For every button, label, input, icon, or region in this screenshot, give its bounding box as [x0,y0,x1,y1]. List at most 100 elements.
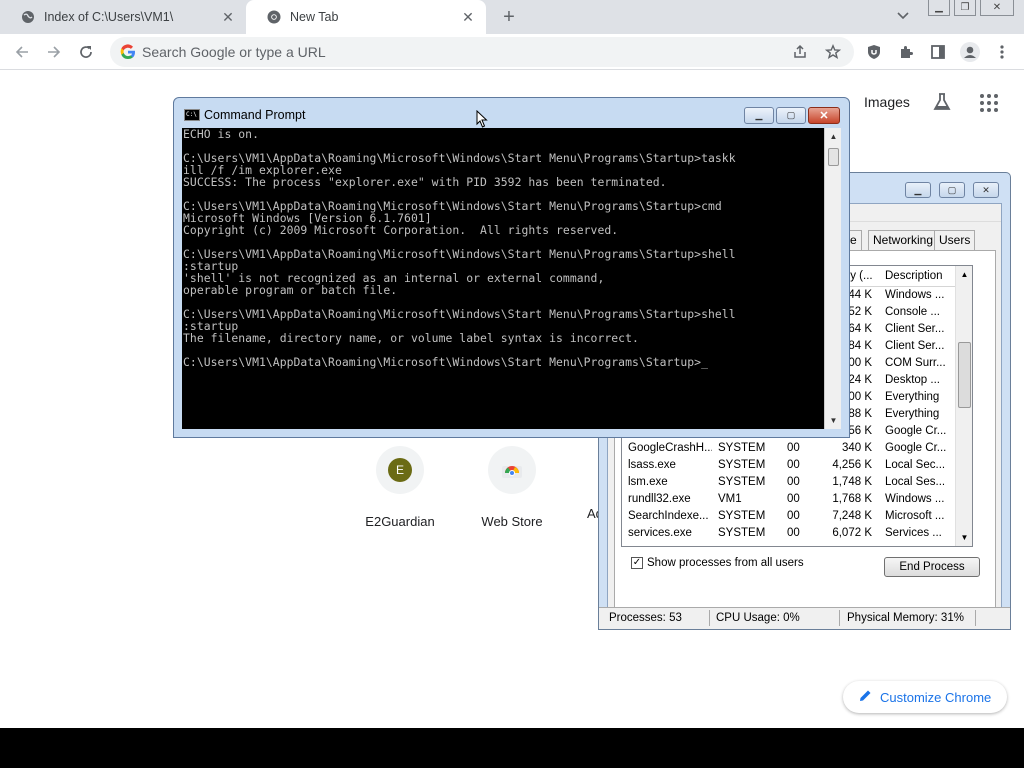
console-text: ECHO is on. C:\Users\VM1\AppData\Roaming… [183,128,736,369]
show-all-processes-label: Show processes from all users [647,557,804,569]
shortcut-label: Web Store [481,514,543,529]
column-description[interactable]: Description [885,270,943,282]
process-cpu: 00 [787,476,800,488]
scroll-down-icon[interactable]: ▼ [825,412,842,429]
forward-icon[interactable] [44,42,64,62]
process-description: Console ... [885,306,940,318]
process-description: Microsoft ... [885,510,945,522]
shortcut-tile [488,446,536,494]
end-process-button[interactable]: End Process [884,557,980,577]
process-memory: 7,248 K [832,510,872,522]
chrome-tab-strip: Index of C:\Users\VM1\ ✕ New Tab ✕ + ▁ ❐… [0,0,1024,34]
scroll-thumb[interactable] [828,148,839,166]
tab-search-icon[interactable] [896,8,914,26]
customize-chrome-button[interactable]: Customize Chrome [843,681,1007,713]
process-row[interactable]: GoogleCrashH... SYSTEM 00 340 K Google Cr... [622,441,956,458]
process-user: SYSTEM [718,476,766,488]
bookmark-star-icon[interactable] [823,42,843,62]
close-window-icon[interactable]: ✕ [980,0,1014,16]
process-cpu: 00 [787,459,800,471]
console-scrollbar[interactable]: ▲ ▼ [824,128,841,429]
process-row[interactable]: lsass.exe SYSTEM 00 4,256 K Local Sec... [622,458,956,475]
process-description: Client Ser... [885,340,945,352]
scroll-thumb[interactable] [958,342,971,408]
process-row[interactable]: services.exe SYSTEM 00 6,072 K Services ... [622,526,956,543]
process-row[interactable]: lsm.exe SYSTEM 00 1,748 K Local Ses... [622,475,956,492]
close-icon[interactable]: ✕ [808,107,840,124]
omnibox[interactable] [110,37,854,67]
show-all-processes-checkbox[interactable]: ✓ Show processes from all users [631,557,804,569]
process-user: SYSTEM [718,510,766,522]
process-description: Everything [885,408,940,420]
process-memory: 340 K [841,442,872,454]
command-prompt-icon: C:\ [184,109,200,121]
share-icon[interactable] [790,42,810,62]
process-name: services.exe [628,527,692,539]
tab-close-icon[interactable]: ✕ [458,7,478,27]
new-tab-button[interactable]: + [498,6,520,28]
scroll-up-icon[interactable]: ▲ [825,128,842,145]
process-name: lsm.exe [628,476,668,488]
restore-window-icon[interactable]: ❐ [954,0,976,16]
process-description: Services ... [885,527,942,539]
desktop-screen: Index of C:\Users\VM1\ ✕ New Tab ✕ + ▁ ❐… [0,0,1024,728]
process-row[interactable]: rundll32.exe VM1 00 1,768 K Windows ... [622,492,956,509]
process-name: SearchIndexe... [628,510,709,522]
close-icon[interactable]: ✕ [973,182,999,198]
process-user: SYSTEM [718,442,766,454]
scroll-up-icon[interactable]: ▲ [956,266,972,283]
maximize-icon[interactable]: ▢ [939,182,965,198]
process-cpu: 00 [787,510,800,522]
customize-chrome-label: Customize Chrome [880,689,992,705]
chrome-toolbar [0,34,1024,70]
maximize-icon[interactable]: ▢ [776,107,806,124]
process-description: Local Sec... [885,459,946,471]
google-apps-icon[interactable] [980,94,998,112]
process-row[interactable]: SearchIndexe... SYSTEM 00 7,248 K Microsoft … [622,509,956,526]
e2guardian-icon: E [388,458,412,482]
process-description: Google Cr... [885,425,947,437]
chrome-menu-icon[interactable] [992,42,1012,62]
window-title: Command Prompt [204,108,306,122]
process-memory: 4,256 K [832,459,872,471]
checkbox-checked-icon[interactable]: ✓ [631,557,643,569]
back-icon[interactable] [12,42,32,62]
minimize-window-icon[interactable]: ▁ [928,0,950,16]
profile-avatar-icon[interactable] [960,42,980,62]
process-name: GoogleCrashH... [628,442,712,454]
process-user: SYSTEM [718,459,766,471]
process-description: Client Ser... [885,323,945,335]
process-list-scrollbar[interactable]: ▲ ▼ [955,266,972,546]
omnibox-input[interactable] [142,42,762,62]
console-output-area[interactable]: ECHO is on. C:\Users\VM1\AppData\Roaming… [182,128,824,429]
command-prompt-window[interactable]: C:\ Command Prompt ▁ ▢ ✕ ECHO is on. C:\… [173,97,850,438]
process-cpu: 00 [787,527,800,539]
tab-users[interactable]: Users [934,230,976,250]
shortcut-web-store[interactable]: Web Store [457,446,567,529]
tab-close-icon[interactable]: ✕ [218,7,238,27]
scroll-down-icon[interactable]: ▼ [956,529,972,546]
shortcut-label: E2Guardian [365,514,435,529]
extensions-puzzle-icon[interactable] [896,42,916,62]
process-description: Google Cr... [885,442,947,454]
taskbar-strip [0,728,1024,768]
process-description: Windows ... [885,289,945,301]
reload-icon[interactable] [76,42,96,62]
globe-icon [20,9,36,25]
web-store-icon [502,466,522,478]
side-panel-icon[interactable] [928,42,948,62]
process-description: Everything [885,391,940,403]
minimize-icon[interactable]: ▁ [905,182,931,198]
labs-flask-icon[interactable] [932,92,952,112]
images-link[interactable]: Images [864,94,910,110]
process-description: Desktop ... [885,374,940,386]
tab-new-tab[interactable]: New Tab ✕ [246,0,486,34]
process-name: lsass.exe [628,459,676,471]
extension-shield-icon[interactable] [864,42,884,62]
process-cpu: 00 [787,493,800,505]
tab-index-of-users[interactable]: Index of C:\Users\VM1\ ✕ [0,0,246,34]
minimize-icon[interactable]: ▁ [744,107,774,124]
shortcut-tile: E [376,446,424,494]
shortcut-e2guardian[interactable]: E E2Guardian [345,446,455,529]
tab-networking[interactable]: Networking [868,230,939,250]
